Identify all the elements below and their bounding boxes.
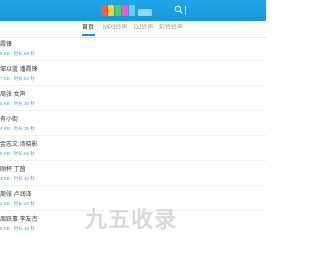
item-divider	[0, 160, 266, 161]
site-logo[interactable]	[101, 4, 152, 17]
item-divider	[0, 60, 266, 61]
list-item[interactable]: 金志文 汤晓影 5 KB · 时长:66 秒	[0, 137, 266, 161]
list-item[interactable]: 周张 女声 5 KB · 时长:38 秒	[0, 87, 266, 111]
item-meta: 5 KB · 时长:38 秒	[0, 101, 35, 106]
item-meta: 7 KB · 时长:53 秒	[0, 76, 35, 81]
list-item[interactable]: 霞锋 5 KB · 时长:68 秒	[0, 37, 266, 61]
header-divider	[185, 6, 186, 15]
top-header	[0, 0, 266, 21]
item-title[interactable]: 金志文 汤晓影	[0, 141, 38, 149]
list-item[interactable]: 刚杯 丁茵 3 KB · 时长:48 秒	[0, 162, 266, 186]
logo-block-5	[129, 5, 135, 16]
watermark: 九五收录	[85, 207, 178, 232]
item-meta: 3 KB · 时长:48 秒	[0, 176, 35, 181]
logo-block-4	[122, 5, 128, 16]
item-divider	[0, 85, 266, 86]
tab-home[interactable]: 首页	[82, 24, 94, 32]
item-meta: 5 KB · 时长:66 秒	[0, 151, 35, 156]
logo-block-1	[101, 5, 107, 16]
item-title[interactable]: 周张 卢润泽	[0, 191, 32, 199]
logo-block-2	[108, 5, 114, 16]
tab-ringback[interactable]: 彩铃铃声	[159, 24, 183, 32]
item-meta: 5 KB · 时长:68 秒	[0, 51, 35, 56]
nav-tabs: 首页 MP3铃声 DJ铃声 彩铃铃声	[0, 21, 266, 38]
item-title[interactable]: 刚杯 丁茵	[0, 166, 26, 174]
logo-tagline	[138, 9, 152, 16]
item-meta: 2 KB · 时长:20 秒	[0, 201, 35, 206]
item-title[interactable]: 邹以蓝 潘霞锋	[0, 66, 38, 74]
active-tab-indicator	[82, 34, 95, 36]
tab-dj[interactable]: DJ铃声	[134, 24, 153, 32]
item-title[interactable]: 周张 女声	[0, 91, 26, 99]
logo-block-3	[115, 5, 121, 16]
item-title[interactable]: 周跃事 李友杰	[0, 216, 38, 224]
item-meta: 4 KB · 时长:35 秒	[0, 126, 35, 131]
list-item[interactable]: 有小街 4 KB · 时长:35 秒	[0, 112, 266, 136]
item-meta: 5 KB · 时长:48 秒	[0, 226, 35, 231]
item-divider	[0, 110, 266, 111]
item-title[interactable]: 有小街	[0, 116, 18, 124]
search-icon[interactable]	[174, 5, 183, 14]
tab-mp3[interactable]: MP3铃声	[103, 24, 127, 32]
list-item[interactable]: 邹以蓝 潘霞锋 7 KB · 时长:53 秒	[0, 62, 266, 86]
item-divider	[0, 185, 266, 186]
item-divider	[0, 135, 266, 136]
item-title[interactable]: 霞锋	[0, 41, 12, 49]
